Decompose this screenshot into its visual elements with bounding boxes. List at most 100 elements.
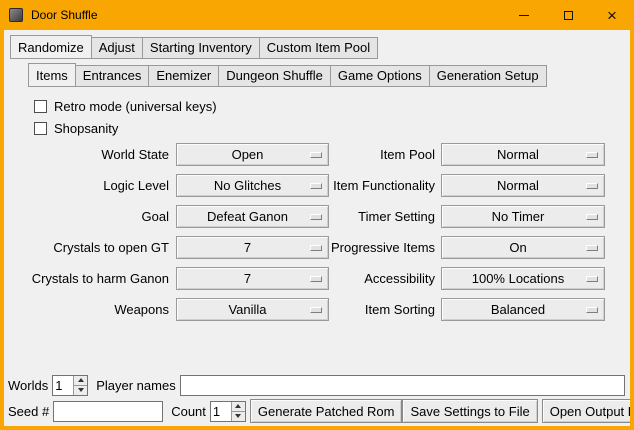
tab-custom-item-pool[interactable]: Custom Item Pool [259,37,378,59]
save-settings-button[interactable]: Save Settings to File [402,399,537,423]
retro-mode-label: Retro mode (universal keys) [54,99,217,114]
tab-enemizer[interactable]: Enemizer [148,65,219,87]
count-label: Count [171,404,206,419]
item-sorting-value: Balanced [491,302,555,317]
tab-items[interactable]: Items [28,63,76,87]
item-sorting-dropdown[interactable]: Balanced [441,298,605,321]
world-state-dropdown[interactable]: Open [176,143,329,166]
open-output-directory-button[interactable]: Open Output Directory [542,399,630,423]
item-functionality-value: Normal [497,178,549,193]
tab-starting-inventory[interactable]: Starting Inventory [142,37,260,59]
dropdown-indicator-icon [310,276,322,282]
maximize-icon [564,11,573,20]
window-content: Randomize Adjust Starting Inventory Cust… [4,30,630,426]
weapons-label: Weapons [30,302,169,317]
goal-label: Goal [30,209,169,224]
count-decrement-button[interactable] [232,411,245,421]
dropdown-indicator-icon [310,245,322,251]
dropdown-indicator-icon [586,214,598,220]
item-pool-label: Item Pool [331,147,435,162]
count-spin-buttons [231,402,245,421]
field-row: Weapons Vanilla Item Sorting Balanced [30,294,630,325]
dropdown-indicator-icon [586,276,598,282]
weapons-value: Vanilla [228,302,276,317]
logic-level-value: No Glitches [214,178,291,193]
down-arrow-icon [235,414,241,418]
player-names-label: Player names [96,378,175,393]
shopsanity-checkbox[interactable] [34,122,47,135]
player-names-input[interactable] [180,375,625,396]
item-sorting-label: Item Sorting [331,302,435,317]
worlds-label: Worlds [8,378,48,393]
worlds-decrement-button[interactable] [74,385,87,395]
item-pool-value: Normal [497,147,549,162]
minimize-button[interactable] [502,0,546,30]
window-title: Door Shuffle [31,8,98,22]
accessibility-value: 100% Locations [472,271,575,286]
close-button[interactable]: × [590,0,634,30]
accessibility-dropdown[interactable]: 100% Locations [441,267,605,290]
logic-level-label: Logic Level [30,178,169,193]
retro-mode-checkbox[interactable] [34,100,47,113]
items-panel: Retro mode (universal keys) Shopsanity W… [30,87,630,325]
worlds-spinbox[interactable] [52,375,88,396]
accessibility-label: Accessibility [331,271,435,286]
field-row: Logic Level No Glitches Item Functionali… [30,170,630,201]
field-row: Crystals to open GT 7 Progressive Items … [30,232,630,263]
sub-tab-bar: Items Entrances Enemizer Dungeon Shuffle… [28,63,630,87]
worlds-input[interactable] [53,376,73,395]
field-row: World State Open Item Pool Normal [30,139,630,170]
dropdown-indicator-icon [310,214,322,220]
dropdown-indicator-icon [586,183,598,189]
timer-setting-dropdown[interactable]: No Timer [441,205,605,228]
tab-dungeon-shuffle[interactable]: Dungeon Shuffle [218,65,331,87]
maximize-button[interactable] [546,0,590,30]
timer-setting-label: Timer Setting [331,209,435,224]
down-arrow-icon [78,388,84,392]
actions-row: Seed # Count Generate Patched Rom Save S… [8,399,625,423]
tab-adjust[interactable]: Adjust [91,37,143,59]
item-functionality-label: Item Functionality [331,178,435,193]
minimize-icon [519,15,529,16]
seed-input[interactable] [53,401,163,422]
dropdown-indicator-icon [310,183,322,189]
app-icon [9,8,23,22]
tab-generation-setup[interactable]: Generation Setup [429,65,547,87]
up-arrow-icon [78,378,84,382]
retro-mode-row: Retro mode (universal keys) [30,95,630,117]
progressive-items-value: On [509,240,536,255]
worlds-spin-buttons [73,376,87,395]
world-state-value: Open [232,147,274,162]
item-pool-dropdown[interactable]: Normal [441,143,605,166]
progressive-items-label: Progressive Items [331,240,435,255]
count-increment-button[interactable] [232,402,245,411]
logic-level-dropdown[interactable]: No Glitches [176,174,329,197]
count-spinbox[interactable] [210,401,246,422]
item-functionality-dropdown[interactable]: Normal [441,174,605,197]
tab-entrances[interactable]: Entrances [75,65,150,87]
tab-game-options[interactable]: Game Options [330,65,430,87]
goal-dropdown[interactable]: Defeat Ganon [176,205,329,228]
main-tab-bar: Randomize Adjust Starting Inventory Cust… [10,35,630,59]
generate-patched-rom-button[interactable]: Generate Patched Rom [250,399,403,423]
field-row: Goal Defeat Ganon Timer Setting No Timer [30,201,630,232]
crystals-open-gt-dropdown[interactable]: 7 [176,236,329,259]
shopsanity-label: Shopsanity [54,121,118,136]
door-shuffle-window: Door Shuffle × Randomize Adjust Starting… [0,0,634,430]
window-controls: × [502,0,634,30]
close-icon: × [607,7,617,24]
crystals-harm-ganon-value: 7 [244,271,261,286]
timer-setting-value: No Timer [492,209,555,224]
tab-randomize[interactable]: Randomize [10,35,92,59]
dropdown-indicator-icon [586,152,598,158]
crystals-harm-ganon-dropdown[interactable]: 7 [176,267,329,290]
up-arrow-icon [235,404,241,408]
dropdown-indicator-icon [310,307,322,313]
worlds-increment-button[interactable] [74,376,87,385]
world-state-label: World State [30,147,169,162]
dropdown-indicator-icon [586,307,598,313]
progressive-items-dropdown[interactable]: On [441,236,605,259]
seed-label: Seed # [8,404,49,419]
count-input[interactable] [211,402,231,421]
weapons-dropdown[interactable]: Vanilla [176,298,329,321]
